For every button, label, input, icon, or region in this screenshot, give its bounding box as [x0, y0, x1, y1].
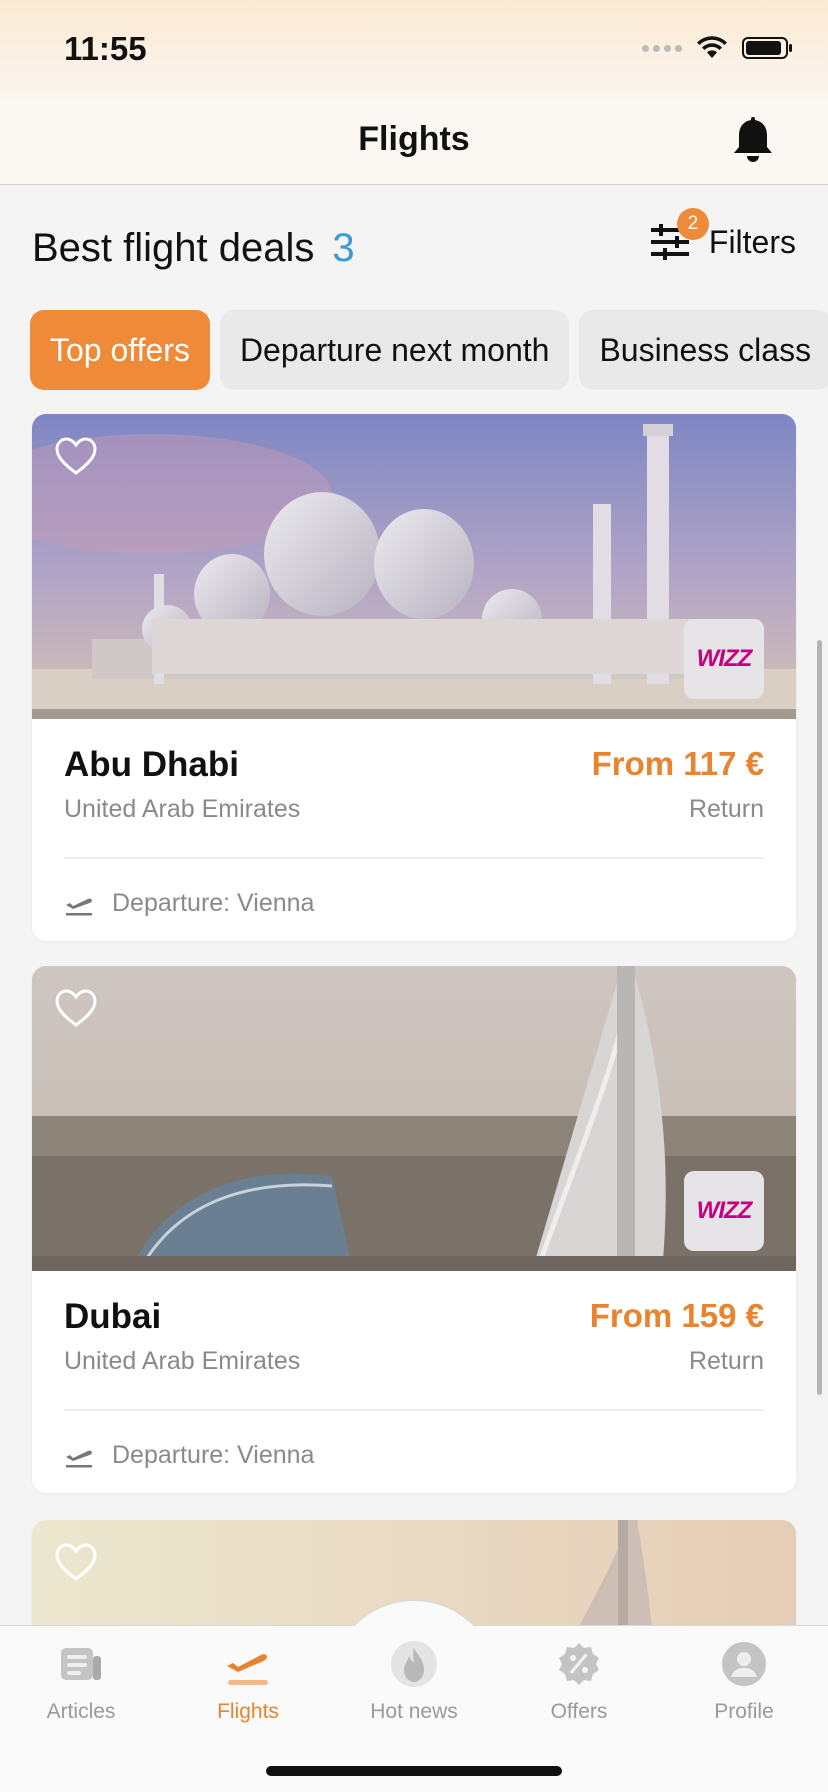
- scrollbar[interactable]: [817, 640, 822, 1395]
- airline-logo: WIZZ: [684, 619, 764, 699]
- airline-logo: WIZZ: [684, 1171, 764, 1251]
- page-title: Flights: [358, 120, 470, 158]
- trip-type: Return: [688, 795, 764, 823]
- filter-chips: Top offers Departure next month Business…: [30, 310, 828, 390]
- percent-badge-icon: [559, 1643, 599, 1685]
- status-bar: 11:55: [0, 0, 828, 100]
- deal-card[interactable]: WIZZ Dubai United Arab Emirates From 159…: [32, 966, 796, 1493]
- tab-label: Hot news: [370, 1700, 458, 1723]
- chip-business-class[interactable]: Business class: [579, 310, 828, 390]
- tab-articles[interactable]: Articles: [16, 1640, 146, 1724]
- bell-icon[interactable]: [730, 116, 776, 166]
- destination-photo: WIZZ: [32, 414, 796, 719]
- destination-photo: WIZZ: [32, 966, 796, 1271]
- signal-icon: [642, 44, 682, 52]
- filters-label: Filters: [708, 223, 796, 260]
- content-area: Best flight deals 3 2 Filters Top offers…: [0, 186, 828, 1626]
- flame-icon: [391, 1641, 437, 1687]
- sliders-icon: 2: [649, 208, 709, 262]
- tab-profile[interactable]: Profile: [679, 1640, 809, 1724]
- deal-card[interactable]: WIZZ Abu Dhabi United Arab Emirates From…: [32, 414, 796, 941]
- section-title: Best flight deals: [32, 226, 315, 270]
- status-time: 11:55: [64, 30, 147, 67]
- tab-offers[interactable]: Offers: [514, 1640, 644, 1724]
- departure-row: Departure: Vienna: [64, 1441, 314, 1470]
- filter-count-badge: 2: [676, 208, 709, 240]
- home-indicator: [266, 1766, 562, 1776]
- tab-label: Profile: [714, 1700, 774, 1723]
- battery-icon: [742, 37, 792, 59]
- tab-hot-news[interactable]: Hot news: [349, 1640, 479, 1724]
- destination-city: Abu Dhabi: [64, 745, 239, 784]
- filters-button[interactable]: 2 Filters: [649, 208, 796, 262]
- chip-top-offers[interactable]: Top offers: [30, 310, 210, 390]
- profile-icon: [722, 1642, 766, 1686]
- deal-price: From 159 €: [589, 1297, 764, 1334]
- departure-row: Departure: Vienna: [64, 889, 314, 918]
- destination-country: United Arab Emirates: [64, 795, 301, 823]
- trip-type: Return: [688, 1347, 764, 1375]
- departure-text: Departure: Vienna: [112, 1441, 315, 1469]
- tab-label: Articles: [46, 1700, 116, 1723]
- airplane-takeoff-icon: [227, 1654, 268, 1685]
- deal-card-body: Dubai United Arab Emirates From 159 € Re…: [32, 1271, 796, 1493]
- divider: [64, 1409, 764, 1411]
- departure-text: Departure: Vienna: [112, 889, 315, 917]
- destination-country: United Arab Emirates: [64, 1347, 301, 1375]
- wifi-icon: [697, 36, 727, 58]
- section-header: Best flight deals 3: [32, 226, 355, 271]
- favorite-heart-icon[interactable]: [54, 436, 98, 476]
- divider: [64, 857, 764, 859]
- tab-label: Offers: [550, 1700, 608, 1723]
- status-icons: [642, 36, 794, 60]
- favorite-heart-icon[interactable]: [54, 988, 98, 1028]
- deal-price: From 117 €: [591, 745, 764, 782]
- airplane-takeoff-icon: [66, 898, 92, 915]
- tab-flights[interactable]: Flights: [183, 1640, 313, 1724]
- deal-card-body: Abu Dhabi United Arab Emirates From 117 …: [32, 719, 796, 941]
- deals-count: 3: [332, 226, 355, 270]
- tab-label: Flights: [217, 1700, 279, 1723]
- nav-bar: Flights: [0, 100, 828, 185]
- airplane-takeoff-icon: [66, 1450, 92, 1467]
- chip-departure-next-month[interactable]: Departure next month: [219, 310, 570, 390]
- favorite-heart-icon[interactable]: [54, 1542, 98, 1582]
- destination-city: Dubai: [64, 1297, 162, 1336]
- articles-icon: [61, 1648, 101, 1680]
